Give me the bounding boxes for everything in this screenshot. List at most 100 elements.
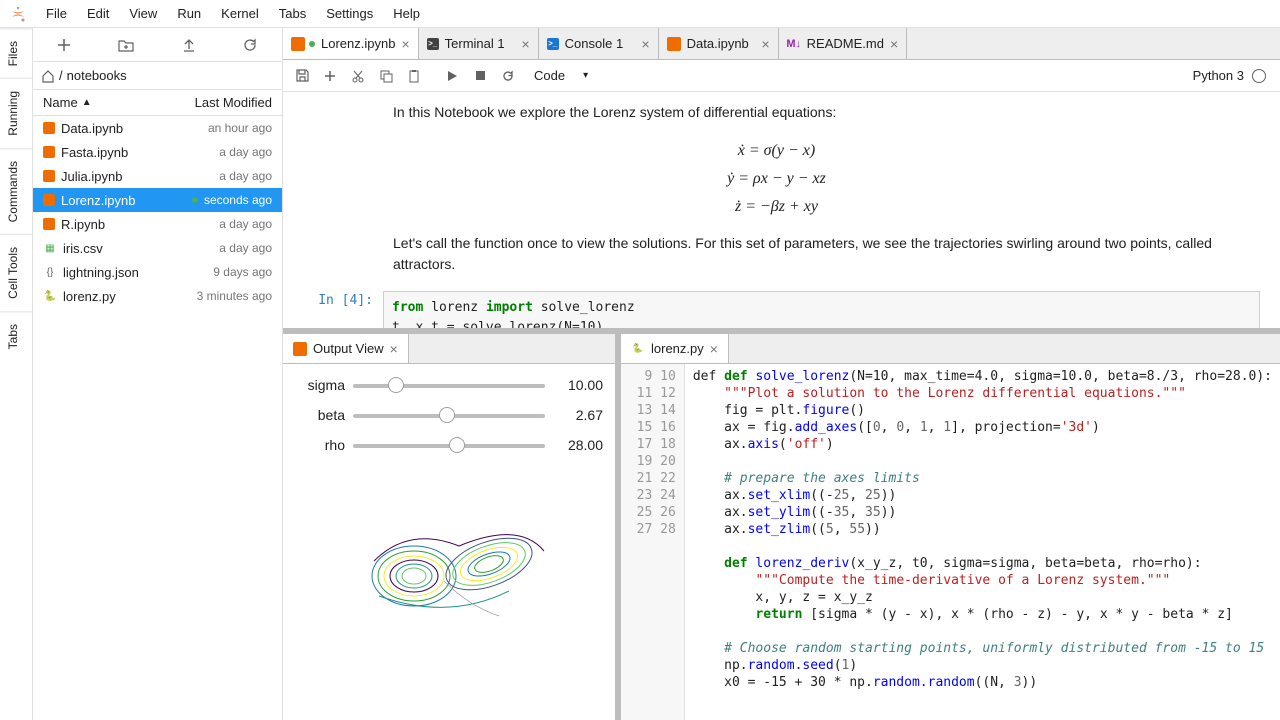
file-row[interactable]: Julia.ipynba day ago — [33, 164, 282, 188]
kernel-status-icon[interactable] — [1252, 69, 1266, 83]
col-name[interactable]: Name▲ — [33, 95, 167, 110]
tab-label: Terminal 1 — [445, 36, 505, 51]
refresh-button[interactable] — [241, 35, 261, 55]
close-icon[interactable]: × — [710, 341, 718, 357]
file-name-label: Julia.ipynb — [61, 169, 122, 184]
code-cell[interactable]: In [4]: from lorenz import solve_lorenzt… — [293, 291, 1260, 328]
file-row[interactable]: Data.ipynban hour ago — [33, 116, 282, 140]
menu-view[interactable]: View — [119, 2, 167, 25]
markdown-icon: M↓ — [787, 37, 801, 51]
file-toolbar — [33, 28, 282, 62]
new-folder-button[interactable] — [116, 35, 136, 55]
code-content[interactable]: def def solve_lorenz(N=10, max_time=4.0,… — [685, 364, 1280, 720]
tab[interactable]: Data.ipynb× — [659, 28, 779, 59]
vtab-cell-tools[interactable]: Cell Tools — [0, 234, 32, 311]
markdown-cell: In this Notebook we explore the Lorenz s… — [393, 102, 1260, 123]
equation: ż = −βz + xy — [293, 195, 1260, 219]
editor-tab[interactable]: 🐍 lorenz.py × — [621, 334, 729, 363]
file-name-label: lightning.json — [63, 265, 139, 280]
file-row[interactable]: Fasta.ipynba day ago — [33, 140, 282, 164]
notebook-content[interactable]: In this Notebook we explore the Lorenz s… — [283, 92, 1280, 328]
col-modified[interactable]: Last Modified — [167, 95, 282, 110]
close-icon[interactable]: × — [521, 36, 529, 52]
equation: ẏ = ρx − y − xz — [293, 167, 1260, 191]
vtab-commands[interactable]: Commands — [0, 148, 32, 234]
vtab-files[interactable]: Files — [0, 28, 32, 78]
run-button[interactable] — [439, 64, 465, 88]
equation: ẋ = σ(y − x) — [293, 139, 1260, 163]
paste-button[interactable] — [401, 64, 427, 88]
notebook-icon — [43, 122, 55, 134]
tab[interactable]: Lorenz.ipynb× — [283, 28, 419, 59]
lorenz-plot — [309, 466, 589, 666]
file-name-label: Data.ipynb — [61, 121, 123, 136]
slider-track[interactable] — [353, 376, 545, 394]
file-row[interactable]: R.ipynba day ago — [33, 212, 282, 236]
close-icon[interactable]: × — [641, 36, 649, 52]
notebook-icon — [667, 37, 681, 51]
slider-rho: rho28.00 — [295, 436, 603, 454]
breadcrumb-sep: / — [59, 68, 63, 83]
menu-settings[interactable]: Settings — [316, 2, 383, 25]
line-gutter: 9 10 11 12 13 14 15 16 17 18 19 20 21 22… — [621, 364, 685, 720]
json-icon: {} — [43, 265, 57, 279]
close-icon[interactable]: × — [390, 341, 398, 357]
code-editor[interactable]: 9 10 11 12 13 14 15 16 17 18 19 20 21 22… — [621, 364, 1280, 720]
close-icon[interactable]: × — [761, 36, 769, 52]
new-launcher-button[interactable] — [54, 35, 74, 55]
notebook-icon — [293, 342, 307, 356]
file-name-label: Fasta.ipynb — [61, 145, 128, 160]
slider-value: 28.00 — [553, 437, 603, 453]
output-view-panel: Output View × sigma10.00 beta2.67 rho28.00 — [283, 334, 615, 720]
menu-kernel[interactable]: Kernel — [211, 2, 269, 25]
slider-track[interactable] — [353, 406, 545, 424]
slider-beta: beta2.67 — [295, 406, 603, 424]
notebook-icon — [43, 146, 55, 158]
tab[interactable]: >_Console 1× — [539, 28, 659, 59]
copy-button[interactable] — [373, 64, 399, 88]
file-browser: / notebooks Name▲ Last Modified Data.ipy… — [33, 28, 283, 720]
kernel-name[interactable]: Python 3 — [1193, 68, 1244, 83]
slider-sigma: sigma10.00 — [295, 376, 603, 394]
code-input[interactable]: from lorenz import solve_lorenzt, x_t = … — [383, 291, 1260, 328]
filelist: Data.ipynban hour agoFasta.ipynba day ag… — [33, 116, 282, 720]
vtab-tabs[interactable]: Tabs — [0, 311, 32, 361]
breadcrumb[interactable]: / notebooks — [33, 62, 282, 90]
file-row[interactable]: {}lightning.json9 days ago — [33, 260, 282, 284]
vtab-running[interactable]: Running — [0, 78, 32, 148]
slider-label: beta — [295, 407, 345, 423]
home-icon[interactable] — [41, 69, 55, 83]
markdown-cell: Let's call the function once to view the… — [393, 233, 1260, 275]
sidebar-tabs: FilesRunningCommandsCell ToolsTabs — [0, 28, 33, 720]
running-indicator — [309, 41, 315, 47]
menu-run[interactable]: Run — [167, 2, 211, 25]
file-row[interactable]: Lorenz.ipynbseconds ago — [33, 188, 282, 212]
close-icon[interactable]: × — [890, 36, 898, 52]
upload-button[interactable] — [179, 35, 199, 55]
file-row[interactable]: ▦iris.csva day ago — [33, 236, 282, 260]
slider-track[interactable] — [353, 436, 545, 454]
breadcrumb-item[interactable]: notebooks — [67, 68, 127, 83]
file-time-label: a day ago — [219, 241, 272, 255]
close-icon[interactable]: × — [401, 36, 409, 52]
tab[interactable]: >_Terminal 1× — [419, 28, 539, 59]
notebook-icon — [291, 37, 305, 51]
menu-file[interactable]: File — [36, 2, 77, 25]
spreadsheet-icon: ▦ — [43, 241, 57, 255]
file-name-label: Lorenz.ipynb — [61, 193, 135, 208]
filelist-header: Name▲ Last Modified — [33, 90, 282, 116]
save-button[interactable] — [289, 64, 315, 88]
add-cell-button[interactable] — [317, 64, 343, 88]
file-row[interactable]: 🐍lorenz.py3 minutes ago — [33, 284, 282, 308]
menubar: FileEditViewRunKernelTabsSettingsHelp — [0, 0, 1280, 28]
menu-edit[interactable]: Edit — [77, 2, 119, 25]
menu-help[interactable]: Help — [383, 2, 430, 25]
notebook-icon — [43, 170, 55, 182]
stop-button[interactable] — [467, 64, 493, 88]
cell-type-select[interactable]: Code▾ — [529, 65, 593, 86]
menu-tabs[interactable]: Tabs — [269, 2, 316, 25]
output-view-tab[interactable]: Output View × — [283, 334, 409, 363]
restart-button[interactable] — [495, 64, 521, 88]
tab[interactable]: M↓README.md× — [779, 28, 907, 59]
cut-button[interactable] — [345, 64, 371, 88]
